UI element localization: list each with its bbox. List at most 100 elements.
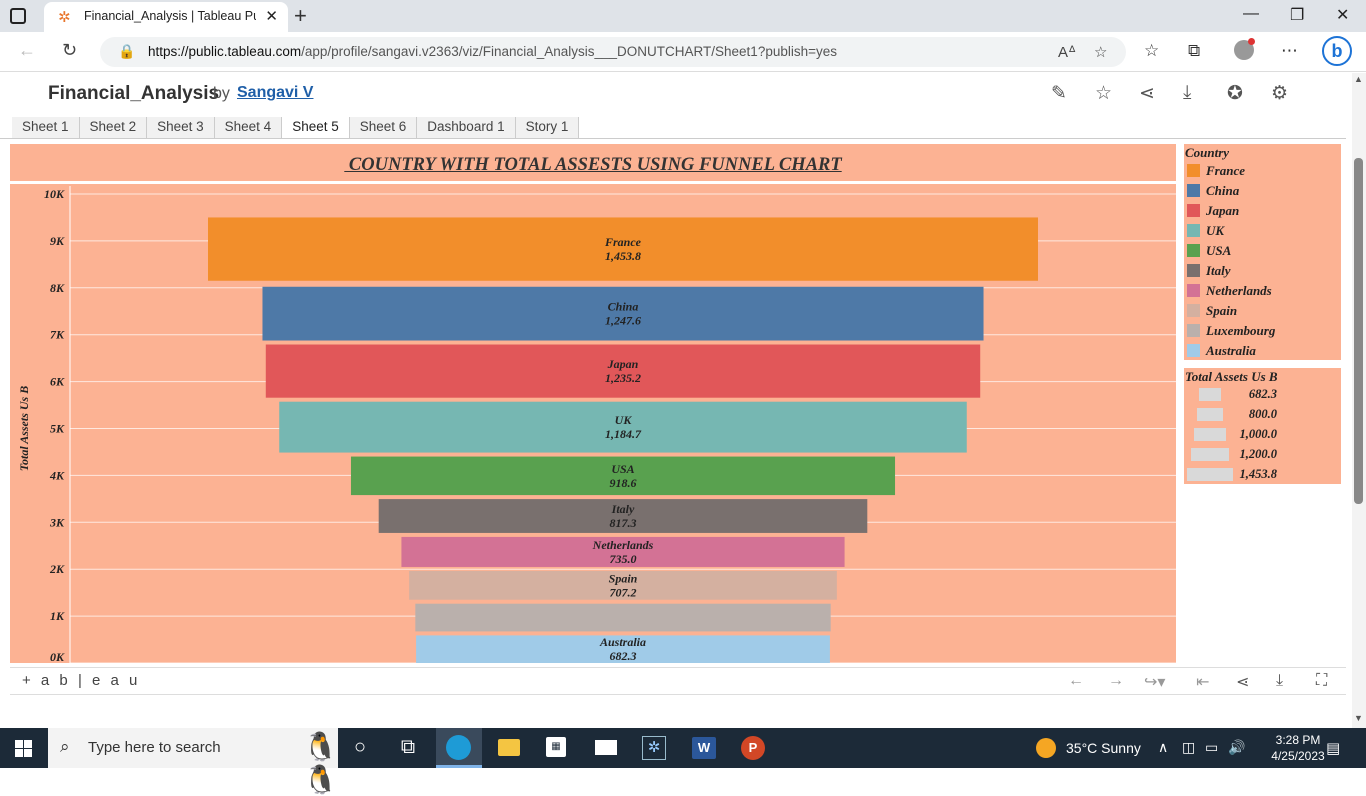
- tab-sheet-3[interactable]: Sheet 3: [147, 117, 215, 139]
- replay-icon[interactable]: ↪▾: [1144, 672, 1165, 692]
- funnel-bar: [415, 603, 831, 632]
- word-icon[interactable]: W: [692, 737, 716, 759]
- download-icon[interactable]: ⤓: [1183, 82, 1191, 104]
- notification-dot: [1248, 38, 1255, 45]
- weather-sun-icon[interactable]: [1036, 738, 1056, 758]
- share-footer-icon[interactable]: ⋖: [1236, 672, 1249, 692]
- size-swatch: [1199, 388, 1221, 401]
- scroll-down-icon[interactable]: ▼: [1354, 713, 1363, 723]
- cortana-icon[interactable]: ○: [340, 736, 380, 759]
- redo-icon[interactable]: →: [1108, 672, 1124, 690]
- address-toolbar: ← ↻ 🔒 https://public.tableau.com/app/pro…: [0, 32, 1366, 72]
- tab-sheet-1[interactable]: Sheet 1: [12, 117, 80, 139]
- url-text[interactable]: https://public.tableau.com/app/profile/s…: [148, 44, 837, 59]
- by-label: by: [213, 85, 230, 102]
- legend-swatch: [1187, 224, 1200, 237]
- size-legend: Total Assets Us B 682.3 800.0 1,000.0 1,200…: [1184, 368, 1341, 484]
- size-label: 682.3: [1248, 387, 1277, 401]
- read-aloud-icon[interactable]: Aᐞ: [1058, 43, 1076, 61]
- weather-text[interactable]: 35°C Sunny: [1066, 740, 1141, 756]
- legend-swatch: [1187, 164, 1200, 177]
- fullscreen-icon[interactable]: ⛶: [1316, 672, 1327, 690]
- download-footer-icon[interactable]: ⤓: [1276, 672, 1283, 690]
- viz-title: Financial_Analysis: [48, 83, 220, 104]
- y-tick-label: 8K: [50, 281, 65, 295]
- notifications-icon[interactable]: ▤: [1326, 739, 1340, 757]
- windows-start-icon[interactable]: [15, 740, 32, 757]
- tab-story-1[interactable]: Story 1: [515, 117, 580, 139]
- share-icon[interactable]: ⋖: [1139, 82, 1155, 105]
- store-icon[interactable]: ▦: [546, 737, 566, 757]
- tab-sheet-6[interactable]: Sheet 6: [349, 117, 418, 139]
- bar-value-label: 735.0: [610, 552, 637, 566]
- legend-title: Country: [1185, 145, 1230, 160]
- battery-icon[interactable]: ▭: [1205, 739, 1218, 756]
- clock-date: 4/25/2023: [1271, 749, 1325, 763]
- viz-header: Financial_Analysis by Sangavi V ✎ ☆ ⋖ ⤓ …: [0, 73, 1352, 117]
- legend-label: Netherlands: [1206, 283, 1272, 298]
- legend-label: Spain: [1206, 303, 1238, 318]
- file-explorer-icon[interactable]: [498, 739, 520, 756]
- edge-icon[interactable]: [446, 735, 471, 760]
- legend-swatch: [1187, 184, 1200, 197]
- bing-icon[interactable]: b: [1322, 36, 1352, 66]
- legend-swatch: [1187, 324, 1200, 337]
- new-tab-button[interactable]: +: [294, 3, 307, 29]
- tableau-app-icon[interactable]: ✲: [642, 736, 666, 760]
- restore-button[interactable]: ❐: [1290, 5, 1304, 25]
- scroll-thumb[interactable]: [1354, 158, 1363, 504]
- url-bar[interactable]: 🔒 https://public.tableau.com/app/profile…: [100, 37, 1126, 67]
- size-swatch: [1187, 468, 1233, 481]
- tab-sheet-5[interactable]: Sheet 5: [282, 117, 350, 139]
- penguins-icon: 🐧🐧: [303, 731, 338, 795]
- tab-actions-icon[interactable]: [10, 8, 26, 24]
- add-favorite-icon[interactable]: ☆: [1094, 43, 1107, 61]
- tab-dashboard-1[interactable]: Dashboard 1: [417, 117, 516, 139]
- browser-tab[interactable]: ✲ Financial_Analysis | Tableau Publi ✕: [44, 2, 288, 32]
- search-placeholder: Type here to search: [88, 739, 221, 756]
- chart-area: COUNTRY WITH TOTAL ASSESTS USING FUNNEL …: [10, 144, 1176, 663]
- back-button[interactable]: ←: [18, 40, 36, 61]
- author-link[interactable]: Sangavi V: [237, 84, 313, 102]
- tab-sheet-4[interactable]: Sheet 4: [214, 117, 283, 139]
- search-icon: ⌕: [60, 737, 70, 756]
- size-legend-item: 1,453.8: [1184, 467, 1341, 483]
- tab-sheet-2[interactable]: Sheet 2: [79, 117, 148, 139]
- mail-icon[interactable]: [595, 740, 617, 755]
- badge-icon[interactable]: ✪: [1227, 82, 1243, 105]
- lock-icon[interactable]: 🔒: [118, 43, 135, 60]
- collections-icon[interactable]: ⧉: [1188, 41, 1200, 61]
- revert-icon[interactable]: ⇤: [1196, 672, 1209, 692]
- more-options-icon[interactable]: ⋯: [1281, 41, 1298, 61]
- size-swatch: [1194, 428, 1226, 441]
- edit-icon[interactable]: ✎: [1051, 82, 1067, 105]
- size-legend-title: Total Assets Us B: [1185, 369, 1278, 384]
- taskbar-search[interactable]: ⌕ Type here to search 🐧🐧: [48, 728, 338, 795]
- close-tab-icon[interactable]: ✕: [265, 7, 278, 25]
- undo-icon[interactable]: ←: [1068, 672, 1084, 690]
- bar-value-label: 1,453.8: [605, 249, 641, 263]
- tableau-logo[interactable]: + a b | e a u: [22, 672, 140, 689]
- settings-gear-icon[interactable]: ⚙: [1271, 82, 1288, 105]
- refresh-button[interactable]: ↻: [62, 40, 77, 61]
- clock[interactable]: 3:28 PM 4/25/2023: [1268, 732, 1328, 764]
- legend-label: France: [1206, 163, 1245, 178]
- bar-value-label: 918.6: [610, 476, 637, 490]
- browser-titlebar: ✲ Financial_Analysis | Tableau Publi ✕ +…: [0, 0, 1366, 32]
- task-view-icon[interactable]: ⧉: [388, 736, 428, 759]
- chevron-up-icon[interactable]: ∧: [1158, 739, 1168, 756]
- legend-swatch: [1187, 284, 1200, 297]
- favorites-icon[interactable]: ☆: [1144, 41, 1159, 61]
- minimize-button[interactable]: —: [1243, 5, 1259, 23]
- bar-category-label: Italy: [611, 502, 635, 516]
- bar-category-label: Japan: [607, 357, 639, 371]
- volume-icon[interactable]: 🔊: [1228, 739, 1245, 756]
- camera-icon[interactable]: ◫: [1182, 739, 1195, 756]
- y-tick-label: 1K: [50, 609, 65, 623]
- legend-label: Australia: [1206, 343, 1256, 358]
- powerpoint-icon[interactable]: P: [741, 736, 765, 760]
- favorite-icon[interactable]: ☆: [1095, 82, 1112, 105]
- scroll-up-icon[interactable]: ▲: [1354, 74, 1363, 84]
- close-window-button[interactable]: ✕: [1336, 5, 1349, 25]
- y-axis-title: Total Assets Us B: [17, 386, 31, 471]
